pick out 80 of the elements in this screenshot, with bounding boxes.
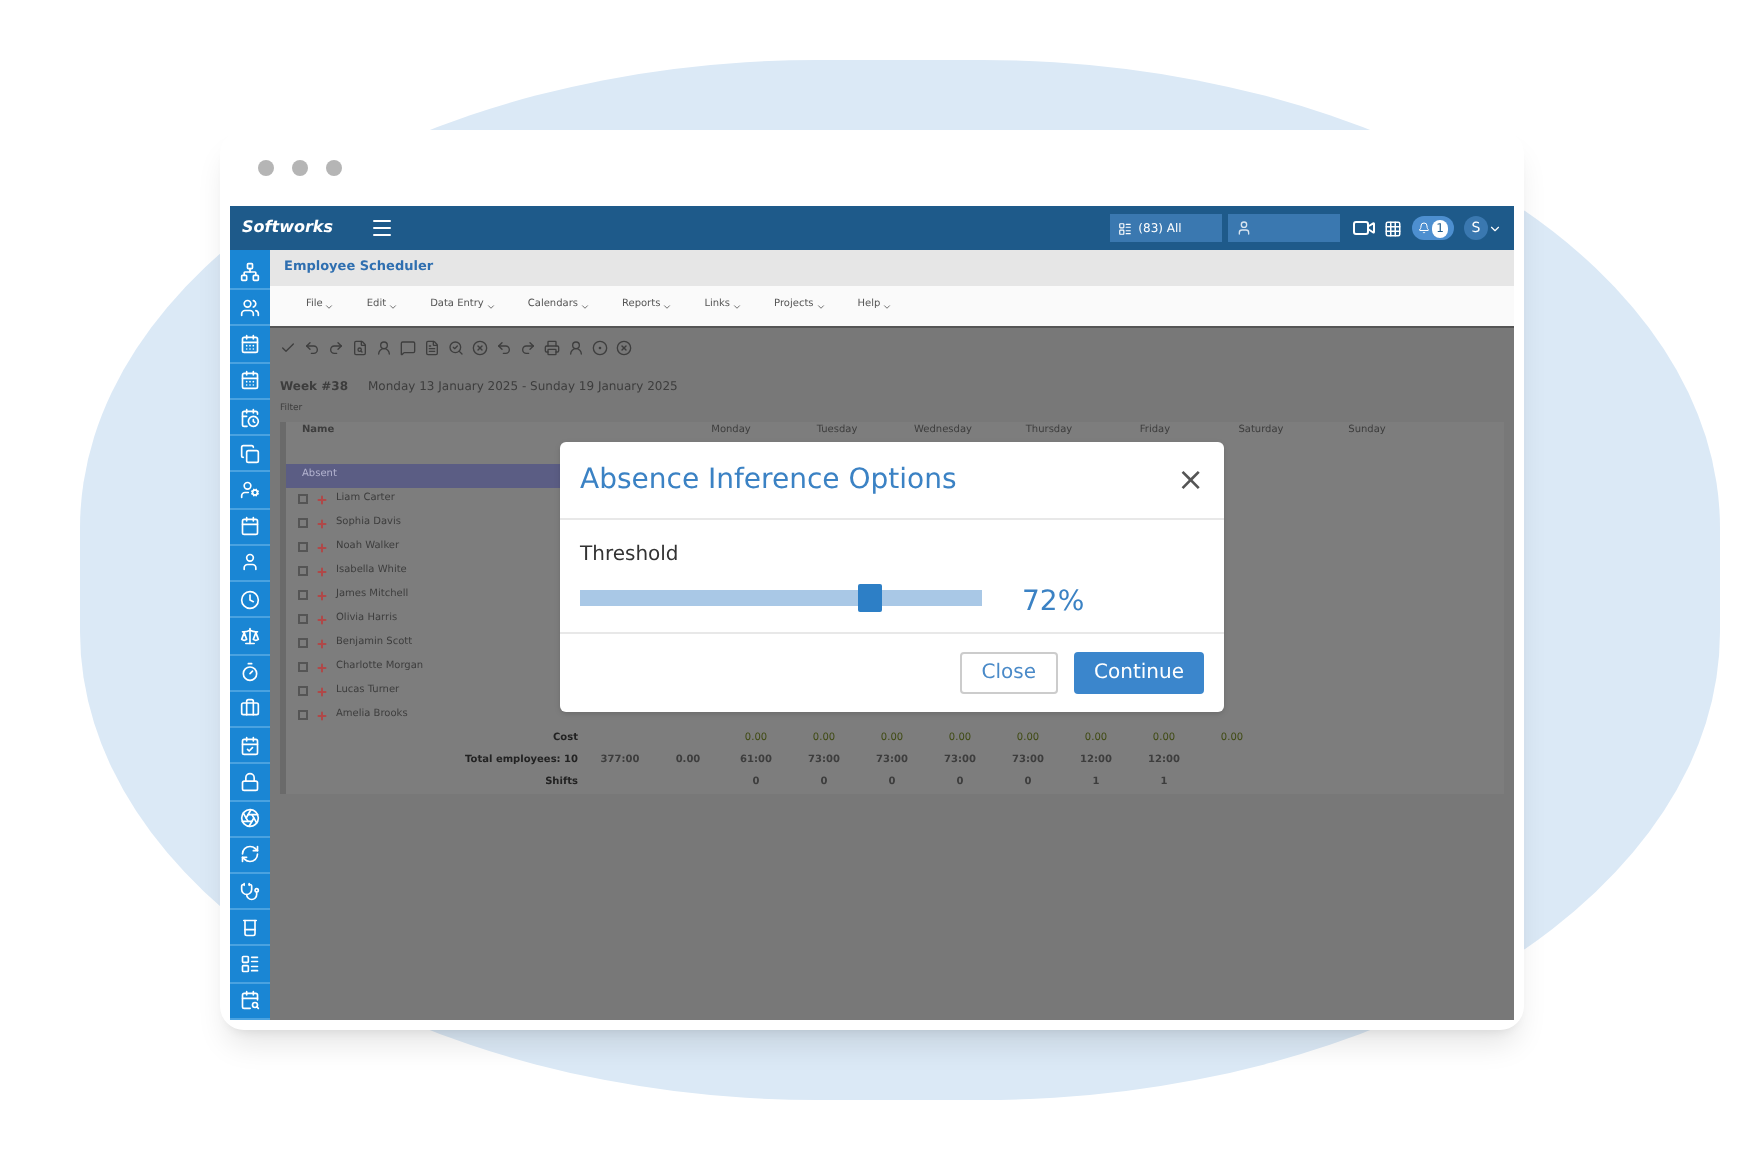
- close-circle-icon[interactable]: [472, 340, 488, 356]
- scale-icon[interactable]: [240, 625, 260, 646]
- row-checkbox[interactable]: [298, 710, 308, 721]
- caret-icon: [580, 301, 590, 311]
- row-checkbox[interactable]: [298, 542, 308, 553]
- add-icon[interactable]: [316, 709, 328, 722]
- slider-label: Threshold: [580, 542, 681, 570]
- add-icon[interactable]: [316, 565, 328, 578]
- caret-icon: [732, 301, 743, 311]
- caret-icon[interactable]: [1488, 221, 1502, 235]
- undo-icon[interactable]: [496, 340, 512, 356]
- row-checkbox[interactable]: [298, 686, 308, 697]
- calendar-icon[interactable]: [240, 370, 260, 391]
- bell-icon: [1418, 222, 1431, 234]
- caret-icon: [324, 301, 335, 311]
- hierarchy-icon[interactable]: [240, 261, 260, 282]
- dialog-title: Absence Inference Options: [580, 461, 957, 499]
- add-icon[interactable]: [316, 685, 328, 698]
- timer-icon[interactable]: [240, 662, 260, 683]
- printer-icon[interactable]: [544, 340, 560, 356]
- undo-icon[interactable]: [304, 340, 320, 356]
- caret-icon: [662, 301, 673, 311]
- user-icon[interactable]: [568, 340, 584, 356]
- search-icon[interactable]: [448, 340, 464, 356]
- document-icon[interactable]: [424, 340, 440, 356]
- user-search-field[interactable]: [1228, 214, 1341, 242]
- briefcase-icon[interactable]: [240, 698, 260, 719]
- caret-icon: [388, 301, 399, 311]
- close-button[interactable]: ×: [1177, 464, 1204, 496]
- menu-icon[interactable]: [370, 216, 394, 240]
- calendar-search-icon[interactable]: [240, 990, 260, 1011]
- user-icon[interactable]: [240, 552, 260, 573]
- caret-icon: [485, 301, 496, 311]
- row-checkbox[interactable]: [298, 638, 308, 649]
- add-icon[interactable]: [316, 493, 328, 506]
- lock-icon[interactable]: [240, 771, 260, 792]
- caret-icon: [882, 301, 893, 311]
- list-icon: [1118, 221, 1133, 235]
- redo-icon[interactable]: [520, 340, 536, 356]
- file-search-icon[interactable]: [352, 340, 368, 356]
- slider-reading: 72%: [1022, 584, 1085, 622]
- logo[interactable]: Softworks: [242, 216, 342, 240]
- flask-icon[interactable]: [240, 917, 260, 938]
- user-icon: [1236, 220, 1253, 236]
- list-icon[interactable]: [240, 954, 260, 975]
- calendar-clock-icon[interactable]: [240, 407, 260, 428]
- add-icon[interactable]: [316, 613, 328, 626]
- calendar-icon[interactable]: [240, 334, 260, 355]
- row-checkbox[interactable]: [298, 662, 308, 673]
- slider-thumb[interactable]: [857, 583, 882, 611]
- clock-icon[interactable]: [240, 589, 260, 610]
- row-checkbox[interactable]: [298, 494, 308, 505]
- close-button[interactable]: Close: [959, 652, 1059, 694]
- continue-button[interactable]: Continue: [1074, 652, 1204, 694]
- grid-icon[interactable]: [1384, 219, 1403, 237]
- row-checkbox[interactable]: [298, 614, 308, 625]
- calendar-icon[interactable]: [240, 516, 260, 537]
- redo-icon[interactable]: [328, 340, 344, 356]
- circle-icon[interactable]: [592, 340, 608, 356]
- aperture-icon[interactable]: [240, 808, 260, 829]
- users-icon[interactable]: [240, 297, 260, 318]
- add-icon[interactable]: [316, 661, 328, 674]
- user-icon[interactable]: [376, 340, 392, 356]
- caret-icon: [815, 301, 826, 311]
- message-icon[interactable]: [400, 340, 416, 356]
- add-icon[interactable]: [316, 637, 328, 650]
- refresh-icon[interactable]: [240, 844, 260, 865]
- row-checkbox[interactable]: [298, 518, 308, 529]
- add-icon[interactable]: [316, 589, 328, 602]
- close-circle-icon[interactable]: [616, 340, 632, 356]
- calendar-check-icon[interactable]: [240, 735, 260, 756]
- check-icon[interactable]: [280, 340, 296, 356]
- user-gear-icon[interactable]: [240, 480, 260, 501]
- stethoscope-icon[interactable]: [240, 881, 260, 902]
- add-icon[interactable]: [316, 541, 328, 554]
- copy-icon[interactable]: [240, 443, 260, 464]
- video-icon[interactable]: [1352, 216, 1377, 240]
- row-checkbox[interactable]: [298, 566, 308, 577]
- row-checkbox[interactable]: [298, 590, 308, 601]
- add-icon[interactable]: [316, 517, 328, 530]
